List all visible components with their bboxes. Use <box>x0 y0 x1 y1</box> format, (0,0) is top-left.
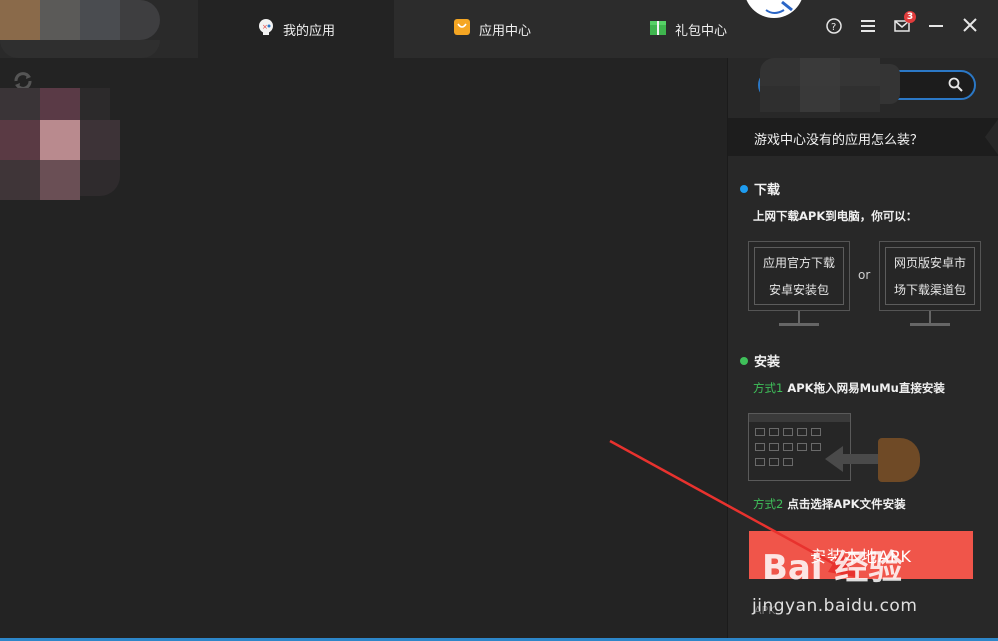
menu-icon[interactable] <box>858 16 878 36</box>
download-subtitle: 上网下载APK到电脑，你可以： <box>753 209 918 223</box>
grid-cell <box>755 428 765 436</box>
install-method2: 方式2 点击选择APK文件安装 <box>753 496 906 512</box>
monitor-screen: 网页版安卓市 场下载渠道包 <box>885 247 975 305</box>
tab-app-center-label: 应用中心 <box>478 23 531 39</box>
grid-cell <box>783 428 793 436</box>
minimize-button[interactable] <box>926 16 946 36</box>
tab-my-apps[interactable]: × 我的应用 <box>198 0 394 58</box>
close-button[interactable] <box>960 16 980 36</box>
blurred-region <box>738 58 900 116</box>
monitor-stand <box>798 311 800 323</box>
app-tile[interactable] <box>0 88 122 206</box>
official-download-monitor: 应用官方下载 安卓安装包 <box>748 241 850 311</box>
grid-cell <box>797 443 807 451</box>
method1-text: APK拖入网易MuMu直接安装 <box>787 381 945 395</box>
search-icon[interactable] <box>948 77 964 97</box>
svg-text:?: ? <box>831 22 836 33</box>
install-dot-icon <box>740 356 748 365</box>
grid-cell <box>769 443 779 451</box>
install-section-title: 安装 <box>740 351 780 370</box>
method2-label: 方式2 <box>753 497 784 511</box>
tab-gift-center-label: 礼包中心 <box>674 23 727 39</box>
apk-file-illustration <box>878 438 920 482</box>
or-label: or <box>858 268 871 282</box>
close-icon <box>963 17 977 36</box>
help-banner-text: 游戏中心没有的应用怎么装？ <box>754 133 924 148</box>
option1-line2: 安卓安装包 <box>768 283 829 297</box>
shopping-bag-icon <box>453 18 471 40</box>
mail-count-badge: 3 <box>904 11 916 23</box>
gift-icon <box>649 18 667 40</box>
download-dot-icon <box>740 184 748 193</box>
window-titlebar <box>749 414 850 422</box>
monitor-stand <box>929 311 931 323</box>
mail-button[interactable]: 3 <box>892 11 916 36</box>
window-controls: ? 3 <box>824 11 980 38</box>
my-apps-icon: × <box>257 18 275 40</box>
option2-line2: 场下载渠道包 <box>893 283 966 297</box>
install-title-text: 安装 <box>754 355 781 370</box>
help-icon[interactable]: ? <box>824 16 844 36</box>
watermark-logo: Bai 经验 <box>762 548 903 588</box>
download-title-text: 下载 <box>754 183 781 198</box>
user-avatar-area[interactable] <box>0 0 198 58</box>
watermark-url: jingyan.baidu.com <box>752 596 918 616</box>
method2-text: 点击选择APK文件安装 <box>787 497 906 511</box>
grid-cell <box>783 443 793 451</box>
top-bar: × 我的应用 应用中心 礼包中心 ? 3 <box>0 0 998 58</box>
grid-cell <box>797 428 807 436</box>
option1-line1: 应用官方下载 <box>762 256 835 270</box>
install-method1: 方式1 APK拖入网易MuMu直接安装 <box>753 380 945 396</box>
monitor-screen: 应用官方下载 安卓安装包 <box>754 247 844 305</box>
tab-app-center[interactable]: 应用中心 <box>394 0 590 58</box>
method1-label: 方式1 <box>753 381 784 395</box>
grid-cell <box>755 443 765 451</box>
tab-my-apps-label: 我的应用 <box>282 23 335 39</box>
installed-apps-panel <box>0 58 727 641</box>
svg-text:×: × <box>262 23 268 31</box>
monitor-base <box>779 323 819 326</box>
web-market-monitor: 网页版安卓市 场下载渠道包 <box>879 241 981 311</box>
help-banner: 游戏中心没有的应用怎么装？ <box>728 118 998 156</box>
option2-line1: 网页版安卓市 <box>893 256 966 270</box>
grid-cell <box>811 443 821 451</box>
grid-cell <box>769 428 779 436</box>
download-section-title: 下载 <box>740 179 780 198</box>
banner-notch <box>985 118 998 156</box>
grid-cell <box>755 458 765 466</box>
baidu-watermark: Bai 经验 jingyan.baidu.com <box>752 540 992 626</box>
drag-arrow-icon <box>823 444 879 478</box>
monitor-base <box>910 323 950 326</box>
grid-cell <box>783 458 793 466</box>
grid-cell <box>811 428 821 436</box>
grid-cell <box>769 458 779 466</box>
